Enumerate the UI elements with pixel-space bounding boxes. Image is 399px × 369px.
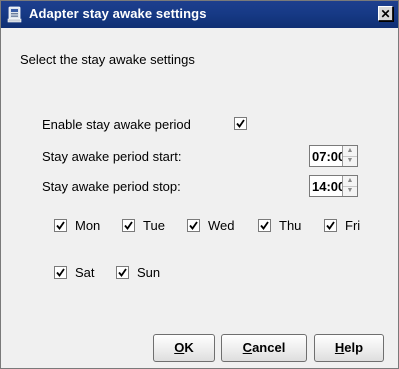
spin-down-icon[interactable]: ▼ xyxy=(343,186,357,196)
instructions-heading: Select the stay awake settings xyxy=(20,52,195,67)
checkmark-icon xyxy=(118,268,127,277)
window-title: Adapter stay awake settings xyxy=(29,6,207,21)
day-label-thu: Thu xyxy=(279,218,302,233)
help-label: elp xyxy=(344,340,364,355)
stop-time-spinner[interactable]: 14:00 ▲ ▼ xyxy=(309,175,358,197)
day-label-fri: Fri xyxy=(345,218,361,233)
day-checkbox-sat[interactable] xyxy=(54,266,67,279)
day-label-sun: Sun xyxy=(137,265,161,280)
day-checkbox-fri[interactable] xyxy=(324,219,337,232)
close-button[interactable]: ✕ xyxy=(378,6,393,21)
day-label-sat: Sat xyxy=(75,265,95,280)
day-label-mon: Mon xyxy=(75,218,101,233)
stop-label: Stay awake period stop: xyxy=(42,179,181,194)
day-checkbox-tue[interactable] xyxy=(122,219,135,232)
cancel-label: ancel xyxy=(252,340,286,355)
ok-label: K xyxy=(184,340,194,355)
close-icon: ✕ xyxy=(380,7,391,21)
dialog-content: Select the stay awake settings Enable st… xyxy=(1,28,398,368)
day-checkbox-thu[interactable] xyxy=(258,219,271,232)
settings-dialog: Adapter stay awake settings ✕ Select the… xyxy=(0,0,399,369)
day-label-tue: Tue xyxy=(143,218,165,233)
checkmark-icon xyxy=(124,221,133,230)
start-time-value[interactable]: 07:00 xyxy=(312,149,345,164)
day-checkbox-wed[interactable] xyxy=(187,219,200,232)
title-bar[interactable]: Adapter stay awake settings ✕ xyxy=(1,1,398,28)
start-time-spinner[interactable]: 07:00 ▲ ▼ xyxy=(309,145,358,167)
checkmark-icon xyxy=(189,221,198,230)
ok-mnemonic: O xyxy=(174,340,185,355)
checkmark-icon xyxy=(326,221,335,230)
help-button[interactable]: Help xyxy=(314,334,384,362)
checkmark-icon xyxy=(236,119,245,128)
day-checkbox-mon[interactable] xyxy=(54,219,67,232)
day-label-wed: Wed xyxy=(208,218,235,233)
spin-down-icon[interactable]: ▼ xyxy=(343,156,357,166)
stop-time-value[interactable]: 14:00 xyxy=(312,179,345,194)
enable-label: Enable stay awake period xyxy=(42,117,191,132)
help-mnemonic: H xyxy=(334,340,345,355)
enable-checkbox[interactable] xyxy=(234,117,247,130)
cancel-button[interactable]: Cancel xyxy=(221,334,307,362)
day-checkbox-sun[interactable] xyxy=(116,266,129,279)
start-label: Stay awake period start: xyxy=(42,149,182,164)
start-spinner-arrows: ▲ ▼ xyxy=(342,146,357,166)
ok-button[interactable]: OK xyxy=(153,334,215,362)
checkmark-icon xyxy=(56,221,65,230)
adapter-icon xyxy=(7,6,23,23)
cancel-mnemonic: C xyxy=(242,340,253,355)
checkmark-icon xyxy=(260,221,269,230)
stop-spinner-arrows: ▲ ▼ xyxy=(342,176,357,196)
checkmark-icon xyxy=(56,268,65,277)
